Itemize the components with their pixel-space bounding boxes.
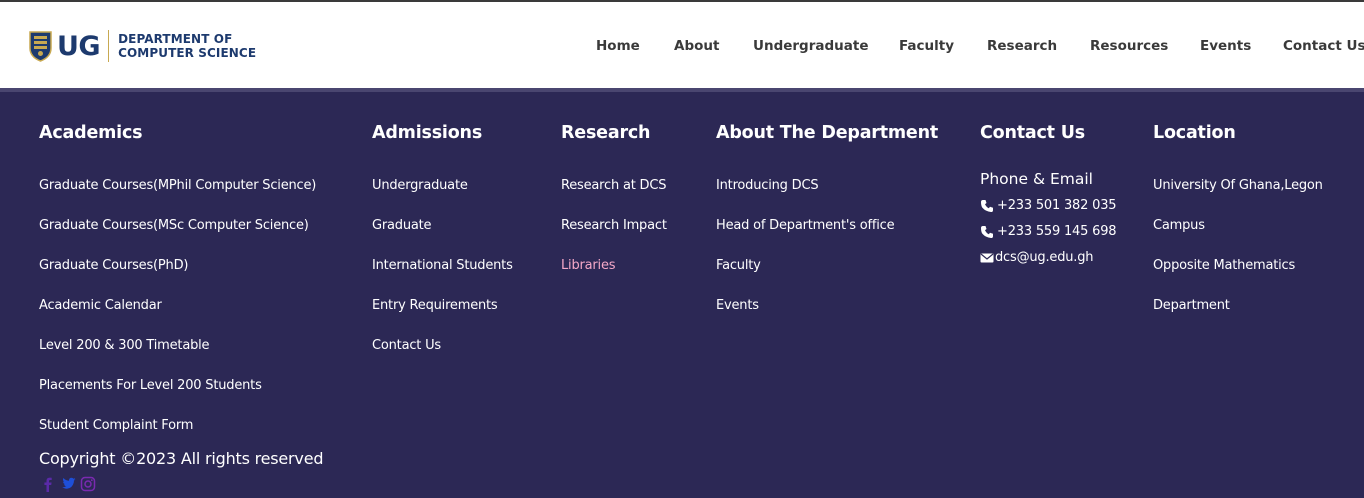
facebook-icon[interactable] xyxy=(40,476,56,492)
footer-link[interactable]: Libraries xyxy=(561,252,667,292)
location-line: Opposite Mathematics xyxy=(1153,258,1296,273)
link-research-at-dcs[interactable]: Research at DCS xyxy=(561,178,667,193)
footer-heading-location: Location xyxy=(1153,123,1236,143)
instagram-icon[interactable] xyxy=(80,476,96,492)
link-complaint-form[interactable]: Student Complaint Form xyxy=(39,418,193,433)
nav-faculty[interactable]: Faculty xyxy=(899,38,954,54)
nav-home[interactable]: Home xyxy=(596,38,640,54)
footer-link[interactable]: Research at DCS xyxy=(561,172,667,212)
phone-icon xyxy=(980,225,994,239)
link-academic-calendar[interactable]: Academic Calendar xyxy=(39,298,162,313)
link-timetable[interactable]: Level 200 & 300 Timetable xyxy=(39,338,210,353)
footer-link[interactable]: Research Impact xyxy=(561,212,667,252)
footer-link[interactable]: Graduate Courses(MPhil Computer Science) xyxy=(39,172,316,212)
nav-events[interactable]: Events xyxy=(1200,38,1251,54)
footer-heading-admissions: Admissions xyxy=(372,123,483,143)
link-international-students[interactable]: International Students xyxy=(372,258,513,273)
social-links xyxy=(40,476,96,492)
link-entry-requirements[interactable]: Entry Requirements xyxy=(372,298,498,313)
footer-location: Location University Of Ghana,Legon Campu… xyxy=(1153,120,1323,332)
copyright-text: Copyright ©2023 All rights reserved xyxy=(39,449,324,468)
footer-link[interactable]: Level 200 & 300 Timetable xyxy=(39,332,316,372)
location-line: Department xyxy=(1153,298,1230,313)
link-placements[interactable]: Placements For Level 200 Students xyxy=(39,378,262,393)
footer-heading-about: About The Department xyxy=(716,123,939,143)
footer-research: Research Research at DCS Research Impact… xyxy=(561,120,667,292)
footer-link[interactable]: Academic Calendar xyxy=(39,292,316,332)
contact-email[interactable]: dcs@ug.edu.gh xyxy=(980,238,1116,278)
link-introducing-dcs[interactable]: Introducing DCS xyxy=(716,178,819,193)
link-events[interactable]: Events xyxy=(716,298,759,313)
nav-resources[interactable]: Resources xyxy=(1090,38,1168,54)
footer-link[interactable]: Events xyxy=(716,292,938,332)
link-hod-office[interactable]: Head of Department's office xyxy=(716,218,895,233)
footer-heading-contact: Contact Us xyxy=(980,123,1085,143)
footer-link[interactable]: Entry Requirements xyxy=(372,292,513,332)
link-phd-courses[interactable]: Graduate Courses(PhD) xyxy=(39,258,188,273)
footer-link[interactable]: Graduate xyxy=(372,212,513,252)
nav-undergraduate[interactable]: Undergraduate xyxy=(753,38,868,54)
footer-academics: Academics Graduate Courses(MPhil Compute… xyxy=(39,120,316,452)
location-line: Campus xyxy=(1153,218,1205,233)
footer-link[interactable]: Faculty xyxy=(716,252,938,292)
phone-number[interactable]: +233 501 382 035 xyxy=(997,199,1117,213)
footer-link[interactable]: Placements For Level 200 Students xyxy=(39,372,316,412)
footer-heading-academics: Academics xyxy=(39,123,143,143)
footer-link[interactable]: Undergraduate xyxy=(372,172,513,212)
footer-link[interactable]: Student Complaint Form xyxy=(39,412,316,452)
link-admissions-graduate[interactable]: Graduate xyxy=(372,218,432,233)
envelope-icon xyxy=(980,251,994,265)
footer-about: About The Department Introducing DCS Hea… xyxy=(716,120,938,332)
location-line: University Of Ghana,Legon xyxy=(1153,178,1323,193)
phone-icon xyxy=(980,199,994,213)
nav-research[interactable]: Research xyxy=(987,38,1057,54)
twitter-icon[interactable] xyxy=(60,476,76,492)
footer-contact: Contact Us Phone & Email +233 501 382 03… xyxy=(980,120,1117,278)
nav-about[interactable]: About xyxy=(674,38,719,54)
footer-heading-research: Research xyxy=(561,123,651,143)
footer-link[interactable]: Introducing DCS xyxy=(716,172,938,212)
link-research-impact[interactable]: Research Impact xyxy=(561,218,667,233)
link-admissions-undergraduate[interactable]: Undergraduate xyxy=(372,178,468,193)
phone-number[interactable]: +233 559 145 698 xyxy=(997,225,1117,239)
link-admissions-contact[interactable]: Contact Us xyxy=(372,338,441,353)
footer-link[interactable]: Graduate Courses(MSc Computer Science) xyxy=(39,212,316,252)
footer-link[interactable]: Contact Us xyxy=(372,332,513,372)
link-faculty[interactable]: Faculty xyxy=(716,258,761,273)
site-header: UG DEPARTMENT OF COMPUTER SCIENCE Home A… xyxy=(0,2,1364,88)
header-shadow xyxy=(0,88,1364,92)
footer-link[interactable]: Head of Department's office xyxy=(716,212,938,252)
footer-admissions: Admissions Undergraduate Graduate Intern… xyxy=(372,120,513,372)
link-mphil-courses[interactable]: Graduate Courses(MPhil Computer Science) xyxy=(39,178,316,193)
email-address[interactable]: dcs@ug.edu.gh xyxy=(995,251,1094,265)
link-msc-courses[interactable]: Graduate Courses(MSc Computer Science) xyxy=(39,218,309,233)
footer-link[interactable]: Graduate Courses(PhD) xyxy=(39,252,316,292)
main-navigation: Home About Undergraduate Faculty Researc… xyxy=(0,38,1364,58)
link-libraries[interactable]: Libraries xyxy=(561,258,616,273)
nav-contact-us[interactable]: Contact Us xyxy=(1283,38,1364,54)
footer-link[interactable]: International Students xyxy=(372,252,513,292)
